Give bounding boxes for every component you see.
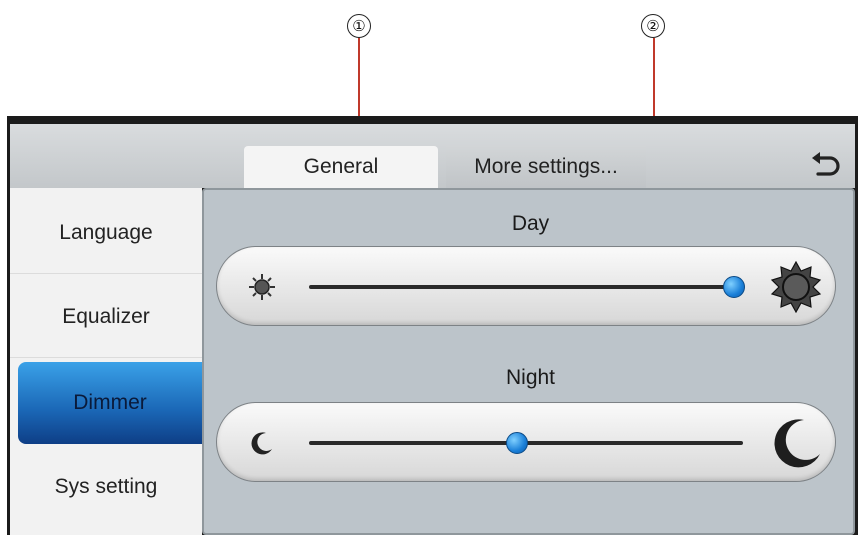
day-slider-thumb[interactable] xyxy=(723,276,746,298)
sidebar-item-sys-setting[interactable]: Sys setting xyxy=(10,446,202,528)
night-slider-thumb[interactable] xyxy=(506,432,529,454)
dimmer-panel: Day Night xyxy=(202,188,855,535)
undo-arrow-icon xyxy=(812,152,840,176)
sun-large-icon xyxy=(769,260,823,314)
sidebar: Language Equalizer Dimmer Sys setting xyxy=(10,188,202,535)
sidebar-item-language[interactable]: Language xyxy=(10,192,202,274)
callout-2: ② xyxy=(641,14,665,38)
callout-1: ① xyxy=(347,14,371,38)
night-slider[interactable] xyxy=(216,402,836,482)
sidebar-item-label: Equalizer xyxy=(62,304,150,328)
moon-small-icon xyxy=(247,428,277,458)
day-slider-track xyxy=(309,285,743,289)
moon-large-icon xyxy=(769,415,825,471)
sidebar-item-label: Language xyxy=(59,220,153,244)
day-title: Day xyxy=(511,212,550,235)
back-button[interactable] xyxy=(803,146,847,184)
sun-small-icon xyxy=(247,272,277,302)
device-screen: General More settings... Language Equali… xyxy=(7,116,858,535)
day-slider[interactable] xyxy=(216,246,836,326)
sidebar-item-label: Sys setting xyxy=(54,475,158,498)
sidebar-item-equalizer[interactable]: Equalizer xyxy=(10,276,202,358)
tab-more-settings[interactable]: More settings... xyxy=(446,146,646,188)
night-title: Night xyxy=(505,366,556,389)
sidebar-item-dimmer[interactable]: Dimmer xyxy=(18,362,202,444)
tab-general[interactable]: General xyxy=(244,146,438,188)
top-bar: General More settings... xyxy=(10,124,855,188)
sidebar-item-label: Dimmer xyxy=(73,391,147,414)
